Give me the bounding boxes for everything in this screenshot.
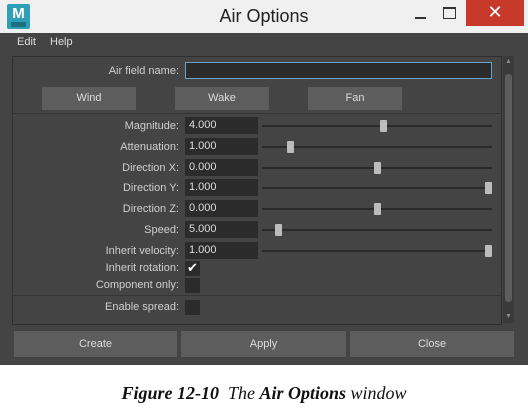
direction-z-slider-handle[interactable] [374, 203, 381, 215]
inherit-velocity-label: Inherit velocity: [105, 245, 179, 257]
window-close-button[interactable]: ✕ [466, 0, 524, 26]
direction-z-field[interactable]: 0.000 [185, 200, 258, 217]
scroll-down-icon[interactable]: ▼ [504, 313, 513, 321]
panel-scrollbar[interactable]: ▲ ▼ [503, 56, 514, 323]
direction-x-field[interactable]: 0.000 [185, 159, 258, 176]
direction-x-label: Direction X: [122, 162, 179, 174]
component-only-checkbox[interactable] [185, 278, 200, 293]
create-button[interactable]: Create [14, 331, 177, 357]
scroll-thumb[interactable] [505, 74, 512, 302]
attenuation-slider-handle[interactable] [287, 141, 294, 153]
wind-button[interactable]: Wind [42, 87, 136, 110]
close-icon: ✕ [487, 2, 503, 23]
direction-y-field[interactable]: 1.000 [185, 179, 258, 196]
options-panel: Air field name: Wind Wake Fan Magnitude:… [12, 56, 502, 325]
caption-post: window [350, 383, 407, 403]
direction-y-slider-track[interactable] [262, 187, 492, 189]
direction-x-slider-handle[interactable] [374, 162, 381, 174]
air-field-name-input[interactable] [185, 62, 492, 79]
enable-spread-checkbox[interactable] [185, 300, 200, 315]
figure-number: Figure 12-10 [121, 383, 219, 403]
air-field-name-label: Air field name: [108, 65, 179, 77]
speed-slider-handle[interactable] [275, 224, 282, 236]
close-button[interactable]: Close [350, 331, 514, 357]
caption-window-name: Air Options [259, 383, 347, 403]
menu-edit[interactable]: Edit [17, 36, 36, 48]
attenuation-label: Attenuation: [120, 141, 179, 153]
minimize-icon [415, 17, 426, 19]
magnitude-field[interactable]: 4.000 [185, 117, 258, 134]
separator [13, 113, 501, 114]
inherit-rotation-label: Inherit rotation: [105, 262, 179, 274]
fan-button[interactable]: Fan [308, 87, 402, 110]
magnitude-slider-handle[interactable] [380, 120, 387, 132]
inherit-velocity-slider-handle[interactable] [485, 245, 492, 257]
minimize-button[interactable] [407, 0, 435, 26]
magnitude-slider-track[interactable] [262, 125, 492, 127]
attenuation-field[interactable]: 1.000 [185, 138, 258, 155]
maximize-button[interactable] [436, 0, 464, 26]
wake-button[interactable]: Wake [175, 87, 269, 110]
caption-pre: The [227, 383, 255, 403]
apply-button[interactable]: Apply [181, 331, 346, 357]
air-options-window: M Air Options ✕ Edit Help Air field name… [0, 0, 528, 365]
title-bar: M Air Options ✕ [0, 0, 528, 33]
attenuation-slider-track[interactable] [262, 146, 492, 148]
direction-y-label: Direction Y: [122, 182, 179, 194]
maximize-icon [443, 7, 456, 19]
direction-z-label: Direction Z: [122, 203, 179, 215]
component-only-label: Component only: [95, 279, 179, 291]
enable-spread-label: Enable spread: [105, 301, 179, 313]
inherit-rotation-checkbox[interactable]: ✔ [185, 261, 200, 276]
inherit-velocity-slider-track[interactable] [262, 250, 492, 252]
speed-field[interactable]: 5.000 [185, 221, 258, 238]
button-bar: Create Apply Close [0, 326, 528, 365]
menu-bar: Edit Help [0, 33, 528, 53]
scroll-up-icon[interactable]: ▲ [504, 58, 513, 66]
inherit-velocity-field[interactable]: 1.000 [185, 242, 258, 259]
speed-label: Speed: [144, 224, 179, 236]
direction-y-slider-handle[interactable] [485, 182, 492, 194]
menu-help[interactable]: Help [50, 36, 73, 48]
separator [13, 295, 501, 296]
figure-caption: Figure 12-10 The Air Options window [0, 383, 528, 404]
speed-slider-track[interactable] [262, 229, 492, 231]
magnitude-label: Magnitude: [124, 120, 179, 132]
